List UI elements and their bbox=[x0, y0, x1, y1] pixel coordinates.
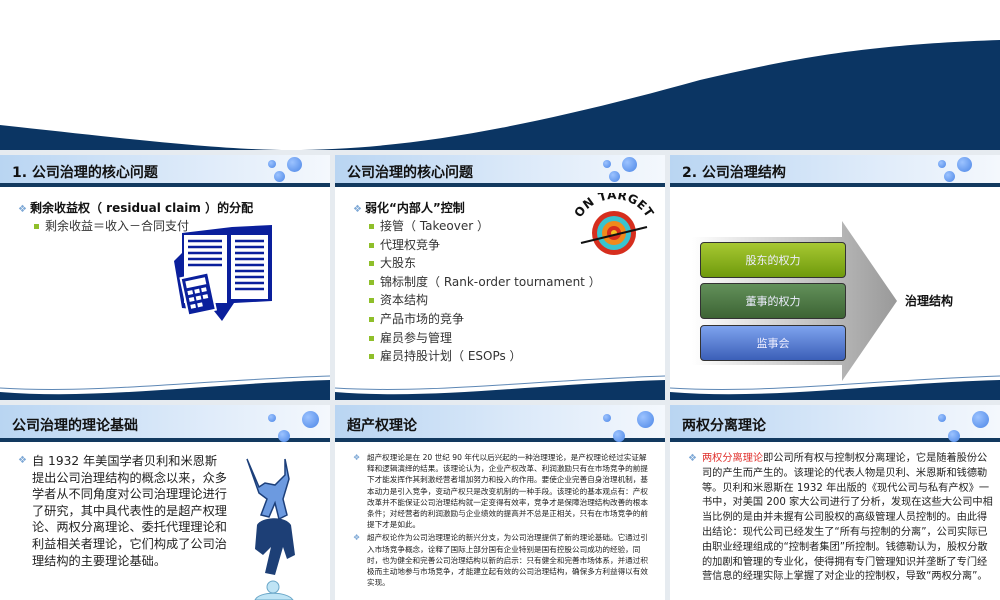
slide-header: 公司治理的核心问题 bbox=[335, 155, 665, 187]
sub-bullet-text: 产品市场的竞争 bbox=[380, 311, 465, 326]
slide-header: 公司治理的理论基础 bbox=[0, 405, 330, 442]
slide-4[interactable]: 公司治理的理论基础 ❖ 自 1932 年美国学者贝利和米恩斯提出公司治理结构的概念… bbox=[0, 405, 330, 600]
bullet-text: 弱化“内部人”控制 bbox=[364, 201, 465, 215]
sub-bullet-text: 锦标制度（ Rank-order tournament ） bbox=[380, 274, 601, 289]
highlight-term: 两权分离理论 bbox=[702, 453, 764, 464]
diamond-bullet-icon: ❖ bbox=[353, 204, 362, 215]
slide-header: 超产权理论 bbox=[335, 405, 665, 442]
sub-bullet-text: 剩余收益＝收入－合同支付 bbox=[45, 219, 190, 233]
sub-bullet-text: 代理权竞争 bbox=[380, 237, 441, 252]
slide-title: 公司治理的理论基础 bbox=[12, 418, 138, 434]
sub-bullet-text: 雇员持股计划（ ESOPs ） bbox=[380, 349, 522, 364]
slide-6[interactable]: 两权分离理论 ❖ 两权分离理论即公司所有权与控制权分离理论，它是随着股份公司的产生… bbox=[670, 405, 1000, 600]
body-text: ❖ 两权分离理论即公司所有权与控制权分离理论，它是随着股份公司的产生而产生的。该理… bbox=[688, 453, 993, 583]
slide-header: 2. 公司治理结构 bbox=[670, 155, 1000, 187]
box-supervisory-board: 监事会 bbox=[700, 325, 846, 361]
wave-banner bbox=[0, 40, 1000, 155]
slide-3[interactable]: 2. 公司治理结构 股东的权力 董事的权力 监事会 治理结构 bbox=[670, 155, 1000, 400]
bullet-text: 剩余收益权（ residual claim ）的分配 bbox=[29, 201, 254, 215]
sub-bullet-list: 接管（ Takeover ） 代理权竞争 大股东 锦标制度（ Rank-orde… bbox=[369, 217, 601, 366]
square-bullet-icon bbox=[34, 224, 39, 229]
slide-title: 2. 公司治理结构 bbox=[682, 165, 786, 181]
slide-footer-wave bbox=[670, 375, 1000, 400]
slide-title: 超产权理论 bbox=[347, 418, 417, 434]
slide-5[interactable]: 超产权理论 ❖ 超产权理论是在 20 世纪 90 年代以后兴起的一种治理理论，是产… bbox=[335, 405, 665, 600]
sub-bullet-text: 接管（ Takeover ） bbox=[380, 219, 489, 233]
title-slide-fragment bbox=[0, 0, 1000, 155]
result-label: 治理结构 bbox=[905, 294, 954, 308]
ledger-calculator-icon bbox=[174, 225, 272, 321]
sub-bullet-text: 资本结构 bbox=[380, 293, 429, 308]
slide-footer-wave bbox=[0, 375, 330, 400]
sub-bullet-text: 雇员参与管理 bbox=[380, 330, 453, 345]
slide-footer-wave bbox=[335, 375, 665, 400]
sub-bullet-text: 大股东 bbox=[380, 256, 417, 271]
acrobat-figures-illustration bbox=[246, 458, 295, 600]
slide-title: 两权分离理论 bbox=[682, 418, 766, 434]
slide-title: 1. 公司治理的核心问题 bbox=[12, 165, 158, 181]
body-text: ❖ 超产权理论是在 20 世纪 90 年代以后兴起的一种治理理论，是产权理论经过实… bbox=[353, 453, 648, 588]
box-shareholder-power: 股东的权力 bbox=[700, 242, 846, 278]
slide-title: 公司治理的核心问题 bbox=[347, 165, 473, 181]
on-target-icon: ON TARGET bbox=[571, 193, 656, 255]
slide-1[interactable]: 1. 公司治理的核心问题 ❖ 剩余收益权（ residual claim ）的分配… bbox=[0, 155, 330, 400]
slide-2[interactable]: 公司治理的核心问题 ❖ 弱化“内部人”控制 接管（ Takeover ） 代理权竞… bbox=[335, 155, 665, 400]
slide-header: 两权分离理论 bbox=[670, 405, 1000, 442]
box-board-power: 董事的权力 bbox=[700, 283, 846, 319]
slide-header: 1. 公司治理的核心问题 bbox=[0, 155, 330, 187]
body-text: ❖ 自 1932 年美国学者贝利和米恩斯提出公司治理结构的概念以来，众多学者从不同… bbox=[18, 454, 227, 568]
diamond-bullet-icon: ❖ bbox=[18, 204, 27, 215]
